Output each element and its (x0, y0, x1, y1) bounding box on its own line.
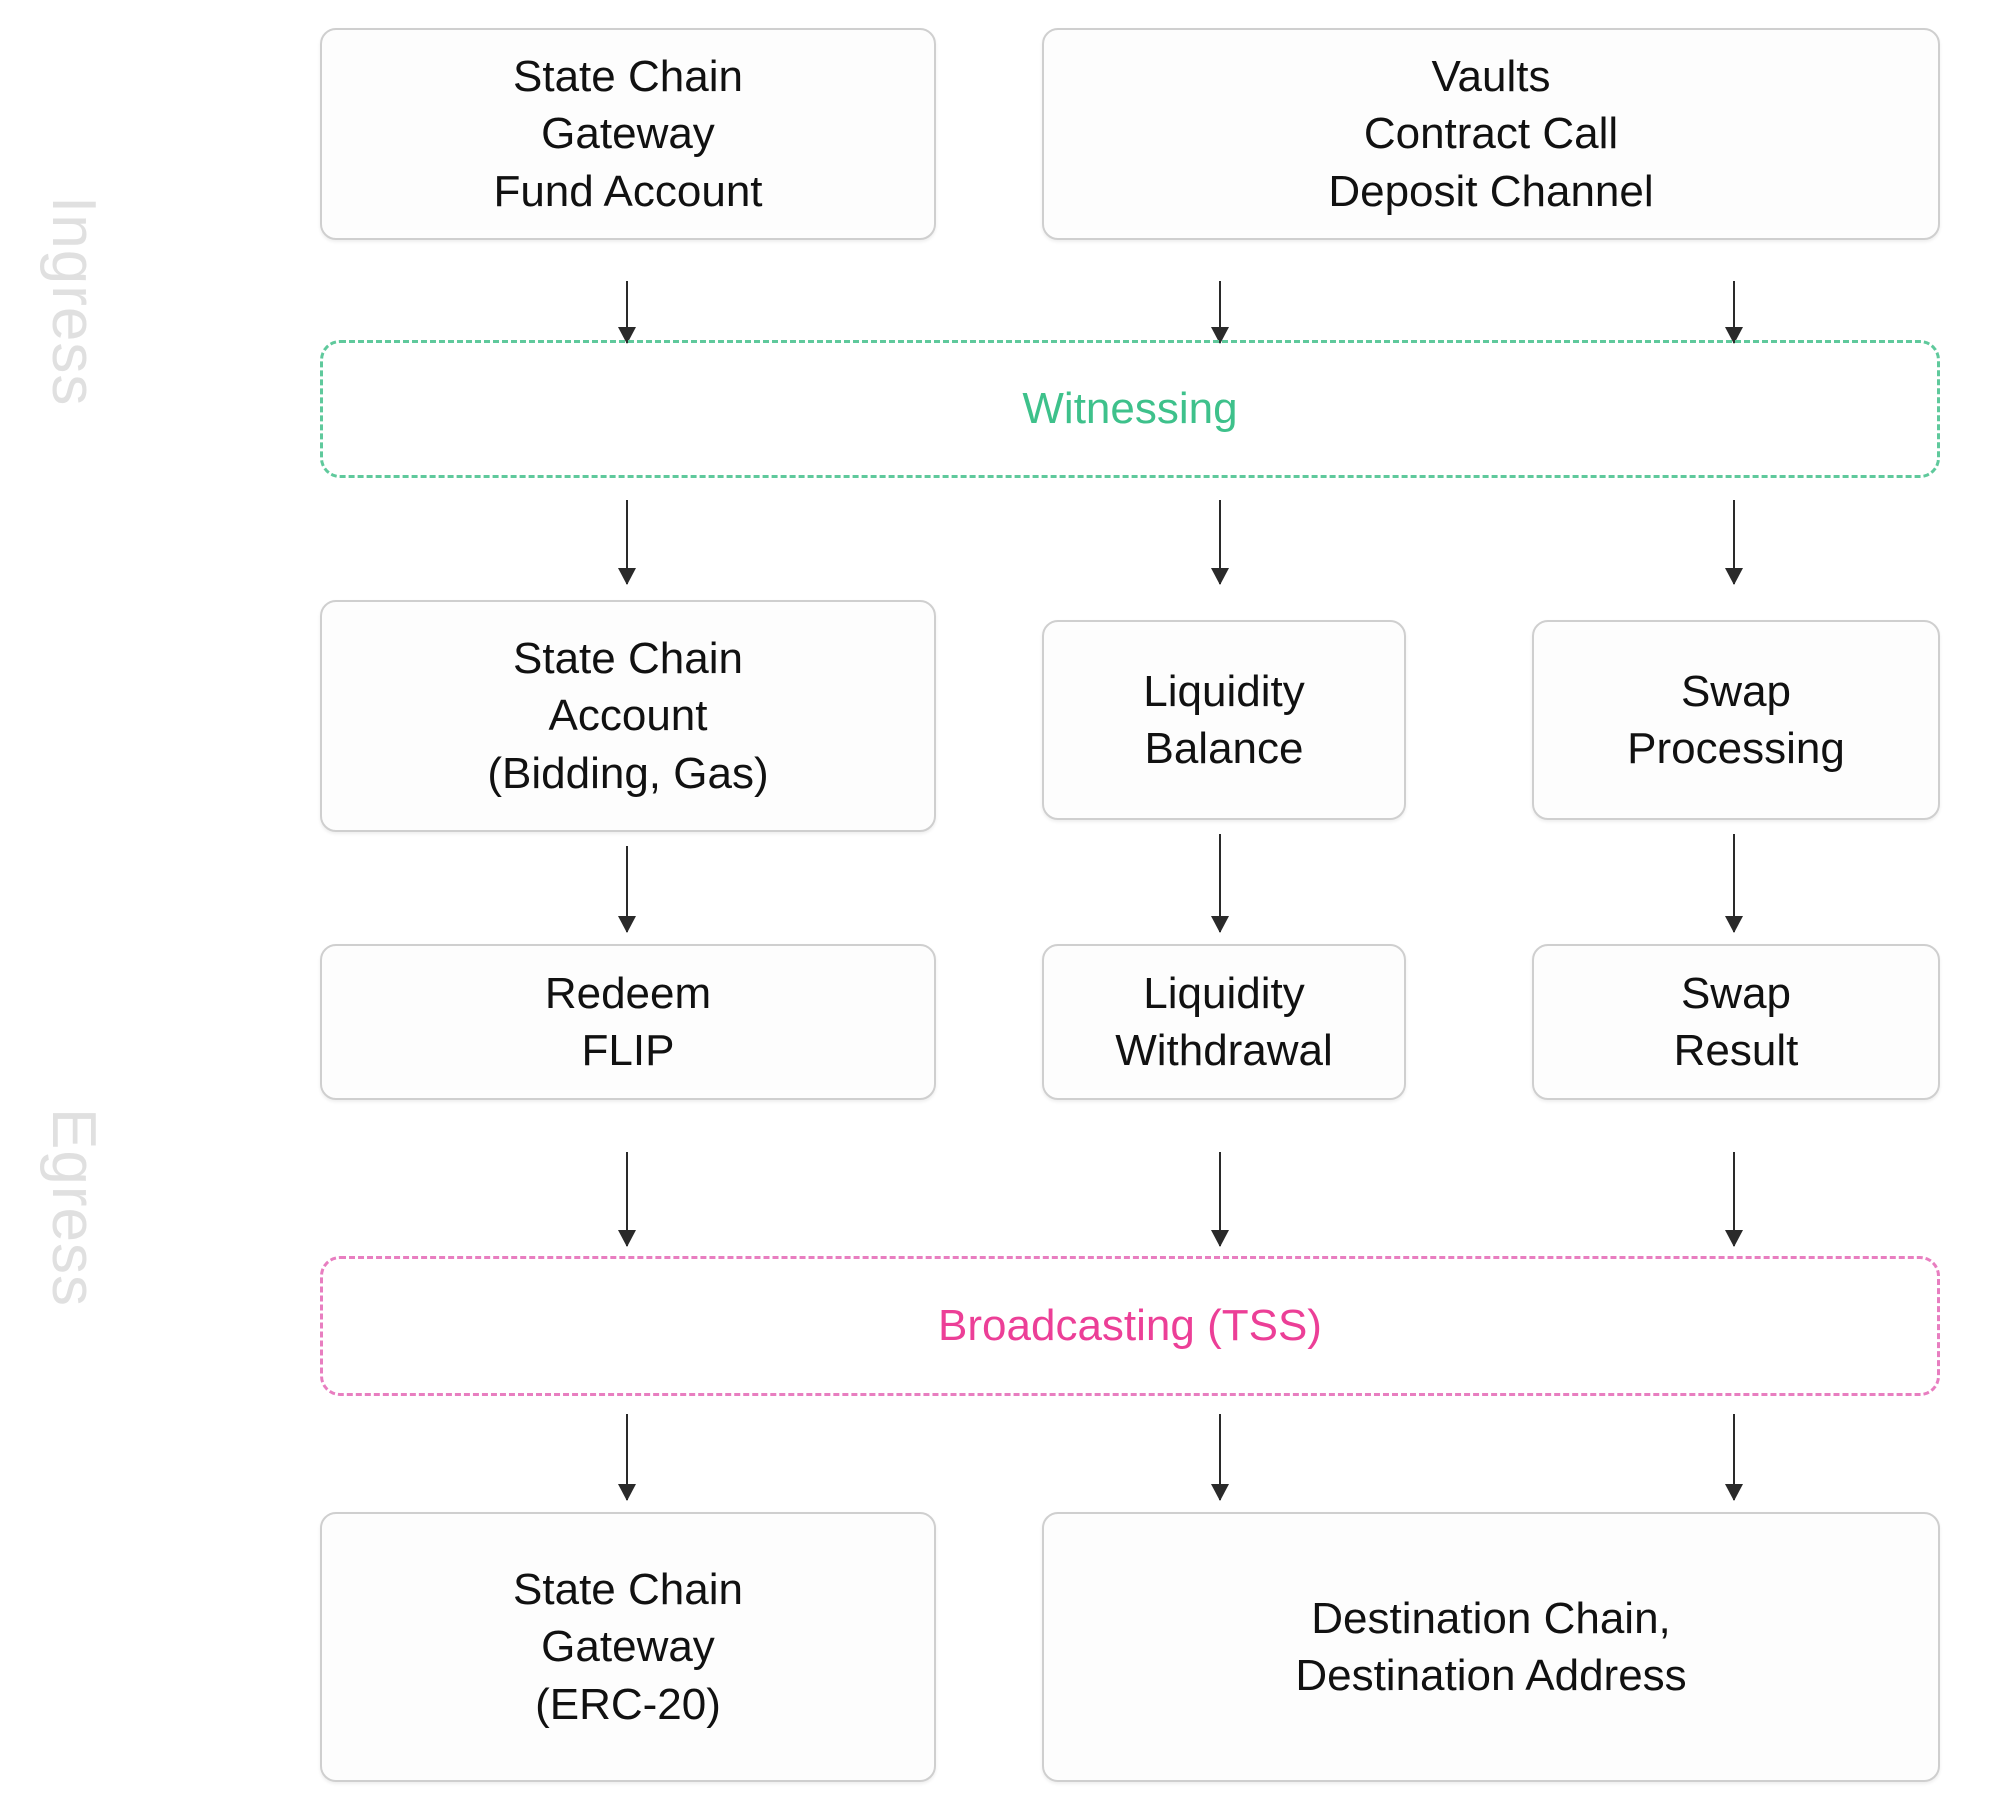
node-label: State Chain Gateway Fund Account (493, 52, 763, 216)
arrow-swap-processing-to-swap-result (1733, 834, 1735, 932)
rail-label-ingress: Ingress (39, 196, 108, 407)
node-label: Destination Chain, Destination Address (1295, 1593, 1687, 1700)
band-broadcasting-label: Broadcasting (TSS) (938, 1301, 1322, 1350)
arrow-broadcasting-to-destination-chain-left (1219, 1414, 1221, 1500)
arrow-witnessing-to-liquidity-balance (1219, 500, 1221, 584)
node-label: Vaults Contract Call Deposit Channel (1328, 52, 1654, 216)
arrow-witnessing-to-swap-processing (1733, 500, 1735, 584)
band-broadcasting: Broadcasting (TSS) (320, 1256, 1940, 1396)
node-destination-chain-address[interactable]: Destination Chain, Destination Address (1042, 1512, 1940, 1782)
node-state-chain-gateway-fund-account[interactable]: State Chain Gateway Fund Account (320, 28, 936, 240)
band-witnessing: Witnessing (320, 340, 1940, 478)
diagram-canvas: Ingress Egress State Chain Gateway Fund … (0, 0, 2000, 1817)
node-label: Liquidity Balance (1143, 666, 1305, 773)
arrow-vaults-to-witnessing-liquidity (1219, 281, 1221, 343)
arrow-redeem-flip-to-broadcasting (626, 1152, 628, 1246)
node-swap-processing[interactable]: Swap Processing (1532, 620, 1940, 820)
node-swap-result[interactable]: Swap Result (1532, 944, 1940, 1100)
arrow-witnessing-to-state-chain-account (626, 500, 628, 584)
arrow-broadcasting-to-destination-chain-right (1733, 1414, 1735, 1500)
node-label: State Chain Gateway (ERC-20) (513, 1565, 743, 1729)
node-label: Swap Processing (1627, 666, 1845, 773)
node-redeem-flip[interactable]: Redeem FLIP (320, 944, 936, 1100)
node-vaults-contract-call-deposit-channel[interactable]: Vaults Contract Call Deposit Channel (1042, 28, 1940, 240)
node-state-chain-gateway-erc20[interactable]: State Chain Gateway (ERC-20) (320, 1512, 936, 1782)
node-liquidity-withdrawal[interactable]: Liquidity Withdrawal (1042, 944, 1406, 1100)
arrow-liquidity-withdrawal-to-broadcasting (1219, 1152, 1221, 1246)
band-witnessing-label: Witnessing (1022, 384, 1238, 433)
arrow-broadcasting-to-state-chain-gateway-erc20 (626, 1414, 628, 1500)
rail-label-egress: Egress (39, 1108, 108, 1307)
node-label: Liquidity Withdrawal (1115, 968, 1333, 1075)
arrow-liquidity-balance-to-withdrawal (1219, 834, 1221, 932)
node-liquidity-balance[interactable]: Liquidity Balance (1042, 620, 1406, 820)
node-state-chain-account-bidding-gas[interactable]: State Chain Account (Bidding, Gas) (320, 600, 936, 832)
node-label: Redeem FLIP (544, 968, 712, 1075)
node-label: State Chain Account (Bidding, Gas) (487, 634, 769, 798)
arrow-state-chain-account-to-redeem-flip (626, 846, 628, 932)
arrow-gateway-to-witnessing (626, 281, 628, 343)
arrow-vaults-to-witnessing-swap (1733, 281, 1735, 343)
arrow-swap-result-to-broadcasting (1733, 1152, 1735, 1246)
node-label: Swap Result (1673, 968, 1799, 1075)
